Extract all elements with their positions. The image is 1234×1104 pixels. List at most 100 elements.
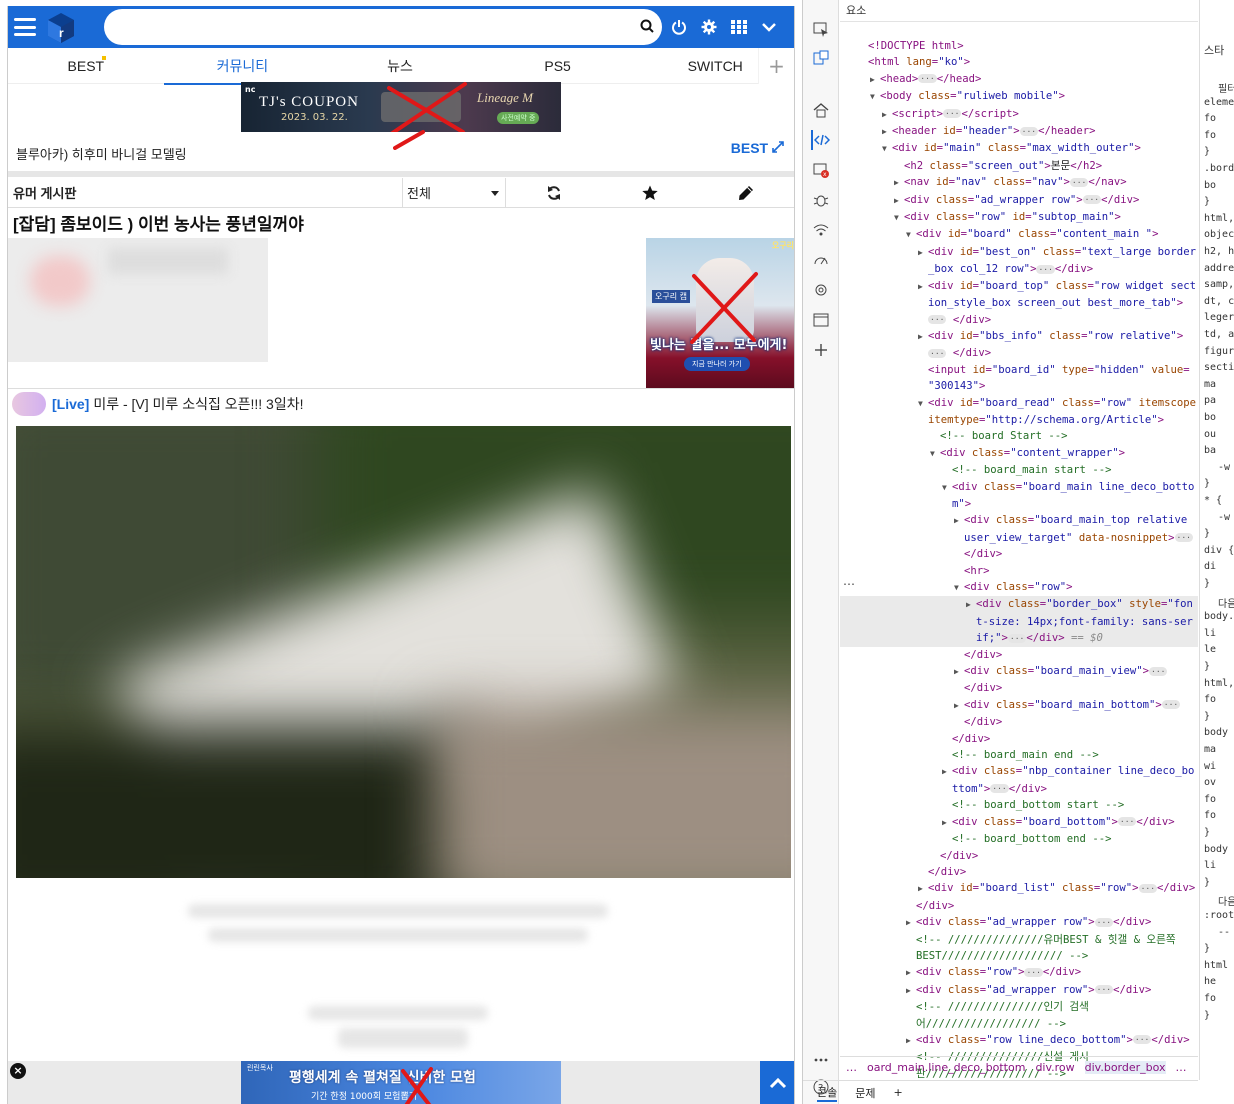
expand-arrow-icon[interactable]: ▶ [966, 597, 976, 613]
live-post-line[interactable]: [Live] 미루 - [V] 미루 소식집 오픈!!! 3일차! [12, 392, 304, 416]
dom-node-line[interactable]: <!-- board_bottom end --> [840, 831, 1198, 847]
more-options-icon[interactable] [811, 1050, 831, 1070]
dom-node-line[interactable]: ▶ <div class="row line_deco_bottom"> ··· </… [840, 1032, 1198, 1049]
favorite-button[interactable] [602, 178, 698, 208]
dom-node-line[interactable]: ▼ <div class="board_main line_deco_botto [840, 479, 1198, 496]
add-tool-icon[interactable] [811, 340, 831, 360]
bug-icon[interactable] [811, 190, 831, 210]
expand-arrow-icon[interactable]: ▶ [906, 965, 916, 981]
expand-arrow-icon[interactable]: ▶ [882, 107, 892, 123]
expand-arrow-icon[interactable]: ▶ [942, 815, 952, 831]
gear-icon[interactable] [700, 18, 718, 36]
dom-node-line[interactable]: ▶ <div id="board_top" class="row widget s… [840, 278, 1198, 295]
device-toolbar-icon[interactable] [811, 48, 831, 68]
dom-node-line[interactable]: ▼ <div class="row" id="subtop_main"> [840, 209, 1198, 226]
expand-arrow-icon[interactable]: ▶ [894, 193, 904, 209]
drawer-tab[interactable]: 콘솔 [817, 1084, 838, 1102]
collapse-arrow-icon[interactable]: ▼ [906, 227, 916, 243]
collapse-arrow-icon[interactable]: ▼ [894, 210, 904, 226]
dom-node-line[interactable]: ▶ <header id="header"> ··· </header> [840, 123, 1198, 140]
expand-arrow-icon[interactable]: ▶ [894, 175, 904, 191]
menu-icon[interactable] [14, 18, 36, 36]
dom-node-line[interactable]: ▶ <div class="nbp_container line_deco_bo [840, 763, 1198, 780]
bottom-banner-ad[interactable]: 린린목사 평행세계 속 펼쳐질 신비한 모험 기간 한정 1000회 모험뽑기 [241, 1061, 561, 1104]
tab-best[interactable]: BEST [8, 48, 164, 84]
dom-node-line[interactable]: ▶ <div class="ad_wrapper row"> ··· </div> [840, 192, 1198, 209]
breadcrumb-item[interactable]: … [1176, 1061, 1187, 1074]
expand-arrow-icon[interactable]: ▶ [954, 664, 964, 680]
dom-node-line[interactable]: <!-- board Start --> [840, 428, 1198, 444]
dom-node-line[interactable]: </div> [840, 680, 1198, 696]
dom-node-line[interactable]: ··· </div> [840, 345, 1198, 361]
dom-node-line[interactable]: ▶ <nav id="nav" class="nav"> ··· </nav> [840, 174, 1198, 191]
dom-node-line[interactable]: </div> [840, 546, 1198, 562]
expand-arrow-icon[interactable]: ▶ [918, 279, 928, 295]
dom-node-line[interactable]: <h2 class="screen_out">본문</h2> [840, 158, 1198, 174]
network-icon[interactable] [811, 220, 831, 240]
application-icon[interactable] [811, 310, 831, 330]
expand-arrow-icon[interactable]: ▶ [906, 1033, 916, 1049]
dom-node-line[interactable]: </div> [840, 848, 1198, 864]
chevron-down-icon[interactable] [760, 18, 778, 36]
dom-node-line[interactable]: 어////////////////// --> [840, 1016, 1198, 1032]
settings-gear-icon[interactable] [811, 280, 831, 300]
dom-node-line[interactable]: ▶ <div class="board_bottom"> ··· </div> [840, 814, 1198, 831]
home-icon[interactable] [811, 100, 831, 120]
dom-node-line[interactable]: ▼ <div id="main" class="max_width_outer"> [840, 140, 1198, 157]
close-ad-button[interactable]: × [10, 1063, 26, 1079]
dom-node-line[interactable]: "300143"> [840, 378, 1198, 394]
dom-node-line[interactable]: <input id="board_id" type="hidden" value… [840, 362, 1198, 378]
expand-arrow-icon[interactable]: ▶ [918, 329, 928, 345]
dom-node-line[interactable]: BEST/////////////////// --> [840, 948, 1198, 964]
dom-node-line[interactable]: itemtype="http://schema.org/Article"> [840, 412, 1198, 428]
refresh-button[interactable] [506, 178, 602, 208]
console-error-icon[interactable]: x [811, 160, 831, 180]
dom-node-line[interactable]: ▶ <div class="border_box" style="fon [840, 596, 1198, 614]
dom-node-line[interactable]: </div> [840, 647, 1198, 663]
dom-node-line[interactable]: ▼ <div class="row"> [840, 579, 1198, 596]
dom-node-line[interactable]: ▶ <div class="board_main_bottom"> ··· [840, 697, 1198, 714]
board-name[interactable]: 유머 게시판 [8, 183, 402, 202]
expand-arrow-icon[interactable]: ▶ [882, 124, 892, 140]
power-icon[interactable] [670, 18, 688, 36]
tab-community[interactable]: 커뮤니티 [163, 48, 322, 85]
inspect-icon[interactable] [811, 20, 831, 40]
dom-node-line[interactable]: _box col_12 row"> ··· </div> [840, 261, 1198, 277]
breadcrumb-item[interactable]: oard_main.line_deco_bottom [867, 1061, 1025, 1074]
top-banner-ad[interactable]: nc TJ's COUPON 2023. 03. 22. Lineage M 사… [241, 82, 561, 132]
expand-arrow-icon[interactable]: ▶ [954, 698, 964, 714]
collapse-arrow-icon[interactable]: ▼ [870, 89, 880, 105]
collapse-arrow-icon[interactable]: ▼ [942, 480, 952, 496]
performance-icon[interactable] [811, 250, 831, 270]
tab-news[interactable]: 뉴스 [321, 48, 479, 84]
dom-node-line[interactable]: <!-- ///////////////유머BEST & 힛갤 & 오른쪽 [840, 932, 1198, 948]
dom-node-line[interactable]: ▶ <div class="row"> ··· </div> [840, 964, 1198, 981]
dom-node-line[interactable]: ttom"> ··· </div> [840, 781, 1198, 797]
site-logo[interactable]: r [44, 10, 78, 44]
write-button[interactable] [698, 178, 794, 208]
dom-node-line[interactable]: ▶ <div class="board_main_top relative [840, 512, 1198, 529]
dom-node-line[interactable]: <!-- board_main end --> [840, 747, 1198, 763]
dom-node-line[interactable]: t-size: 14px;font-family: sans-ser [840, 613, 1198, 631]
collapse-arrow-icon[interactable]: ▼ [918, 396, 928, 412]
dom-node-line[interactable]: <!-- ///////////////인기 검색 [840, 999, 1198, 1015]
collapse-arrow-icon[interactable]: ▼ [930, 446, 940, 462]
side-banner-ad[interactable]: 오구리 오구리 캡 빛나는 별을... 모두에게! 지금 만나러 가기 [646, 238, 794, 388]
tab-add-button[interactable]: + [758, 48, 794, 84]
dom-node-line[interactable]: <!-- board_bottom start --> [840, 797, 1198, 813]
best-link[interactable]: BEST [731, 140, 784, 156]
dom-node-line[interactable]: ▶ <div id="best_on" class="text_large bor… [840, 244, 1198, 261]
collapse-arrow-icon[interactable]: ▼ [954, 580, 964, 596]
dom-node-line[interactable]: ▶ <div class="ad_wrapper row"> ··· </div> [840, 914, 1198, 931]
add-drawer-tab-button[interactable]: + [894, 1086, 903, 1099]
scroll-top-button[interactable] [760, 1061, 794, 1104]
dom-node-line[interactable]: ▼ <div id="board_read" class="row" itemsc… [840, 395, 1198, 412]
expand-arrow-icon[interactable]: ▶ [870, 72, 880, 88]
dom-node-line[interactable]: </div> [840, 714, 1198, 730]
elements-tab-icon[interactable] [811, 130, 831, 150]
dom-node-line[interactable]: <!-- board_main start --> [840, 462, 1198, 478]
expand-arrow-icon[interactable]: ▶ [906, 983, 916, 999]
dom-node-line[interactable]: ▶ <script> ··· </script> [840, 106, 1198, 123]
dom-node-line[interactable]: ▼ <body class="ruliweb mobile"> [840, 88, 1198, 105]
dom-node-line[interactable]: user_view_target" data-nosnippet> ··· [840, 530, 1198, 546]
